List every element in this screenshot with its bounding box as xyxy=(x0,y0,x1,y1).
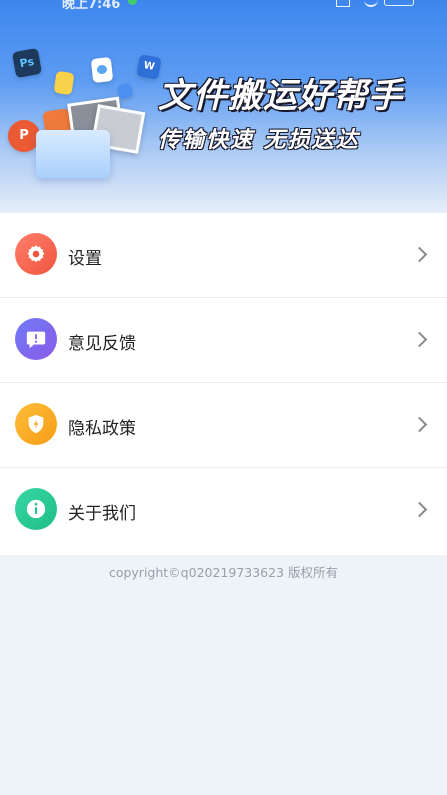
chevron-right-icon xyxy=(411,416,428,433)
chevron-right-icon xyxy=(411,501,428,518)
chevron-right-icon xyxy=(411,331,428,348)
photoshop-file-icon: Ps xyxy=(11,47,43,79)
menu-item-privacy[interactable]: 隐私政策 xyxy=(0,383,447,468)
folder-icon xyxy=(36,130,110,178)
feedback-icon xyxy=(15,318,57,360)
menu-item-feedback[interactable]: 意见反馈 xyxy=(0,298,447,383)
file-icon xyxy=(116,82,134,100)
battery-icon xyxy=(384,0,414,6)
file-icon xyxy=(53,70,75,96)
info-icon xyxy=(15,488,57,530)
menu-item-settings[interactable]: 设置 xyxy=(0,213,447,298)
menu-list: 设置 意见反馈 隐私政策 关于我们 xyxy=(0,213,447,555)
menu-item-label: 意见反馈 xyxy=(68,334,136,354)
menu-item-about[interactable]: 关于我们 xyxy=(0,468,447,555)
chevron-right-icon xyxy=(411,246,428,263)
menu-item-label: 隐私政策 xyxy=(68,419,136,439)
image-file-icon xyxy=(90,57,114,83)
banner-subtitle: 传输快速 无损送达 xyxy=(158,128,360,153)
menu-item-label: 设置 xyxy=(68,249,102,269)
wifi-icon xyxy=(364,0,378,7)
copyright-text: copyright©q020219733623 版权所有 xyxy=(108,565,339,580)
banner: 晚上7:46 Ps W P 文件搬运好帮手 传输快速 无损送达 xyxy=(0,0,447,213)
menu-item-label: 关于我们 xyxy=(68,504,136,524)
signal-icon xyxy=(336,0,350,7)
shield-icon xyxy=(15,403,57,445)
gear-icon xyxy=(15,233,57,275)
banner-title: 文件搬运好帮手 xyxy=(158,76,403,116)
banner-illustration: Ps W P xyxy=(0,0,170,200)
